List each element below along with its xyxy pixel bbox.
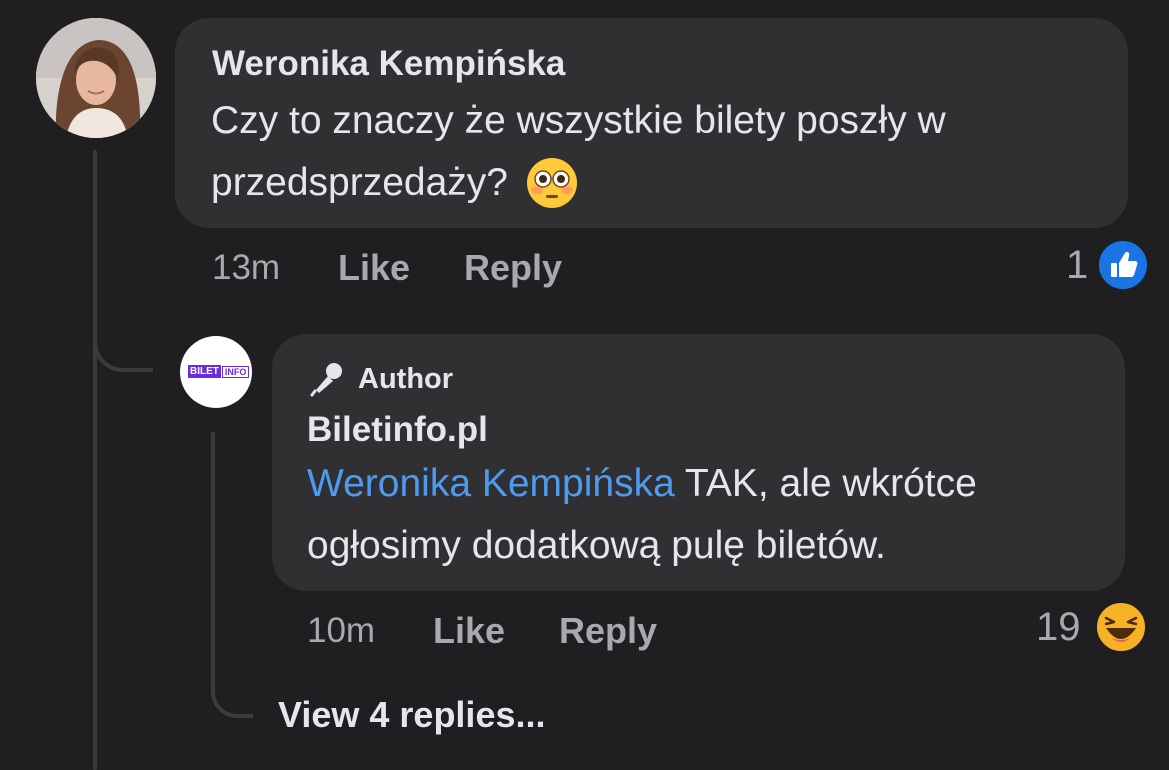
page-avatar[interactable]: BILET INFO	[180, 336, 252, 408]
reply-text-line: ogłosimy dodatkową pulę biletów.	[307, 524, 886, 567]
comment-text-line: Czy to znaczy że wszystkie bilety poszły…	[211, 99, 946, 142]
author-badge: Author	[308, 360, 453, 398]
comment-text-line: przedsprzedaży?	[211, 152, 1121, 214]
reply-thread-connector	[211, 432, 253, 718]
reply-text: Weronika Kempińska TAK, ale wkrótce ogło…	[307, 453, 1107, 577]
logo-text-left: BILET	[188, 365, 221, 378]
author-badge-label: Author	[358, 362, 454, 395]
reply-text-first: TAK, ale wkrótce	[674, 462, 977, 505]
like-button[interactable]: Like	[338, 247, 410, 289]
reaction-count[interactable]: 1	[1066, 243, 1088, 288]
flushed-face-icon	[526, 157, 578, 209]
haha-icon[interactable]	[1094, 600, 1148, 654]
biletinfo-logo: BILET INFO	[188, 363, 250, 380]
reply-button[interactable]: Reply	[464, 247, 562, 289]
thumbs-up-icon[interactable]	[1096, 238, 1150, 292]
reply-author-name[interactable]: Biletinfo.pl	[307, 410, 488, 450]
thread-connector	[93, 300, 153, 372]
view-replies-link[interactable]: View 4 replies...	[278, 694, 546, 736]
reply-like-button[interactable]: Like	[433, 610, 505, 652]
logo-text-right: INFO	[221, 365, 250, 378]
microphone-icon	[308, 360, 346, 398]
reply-text-line: Weronika Kempińska TAK, ale wkrótce	[307, 453, 1107, 515]
thread-line	[93, 150, 97, 770]
profile-photo	[36, 18, 156, 138]
comment-text: Czy to znaczy że wszystkie bilety poszły…	[211, 90, 1121, 214]
comment-timestamp[interactable]: 13m	[212, 248, 280, 288]
reply-timestamp[interactable]: 10m	[307, 611, 375, 651]
comment-author-name[interactable]: Weronika Kempińska	[212, 44, 565, 84]
comment-text-line-2: przedsprzedaży?	[211, 161, 508, 204]
avatar[interactable]	[36, 18, 156, 138]
reply-reply-button[interactable]: Reply	[559, 610, 657, 652]
mention-link[interactable]: Weronika Kempińska	[307, 462, 675, 505]
reply-reaction-count[interactable]: 19	[1036, 605, 1081, 650]
